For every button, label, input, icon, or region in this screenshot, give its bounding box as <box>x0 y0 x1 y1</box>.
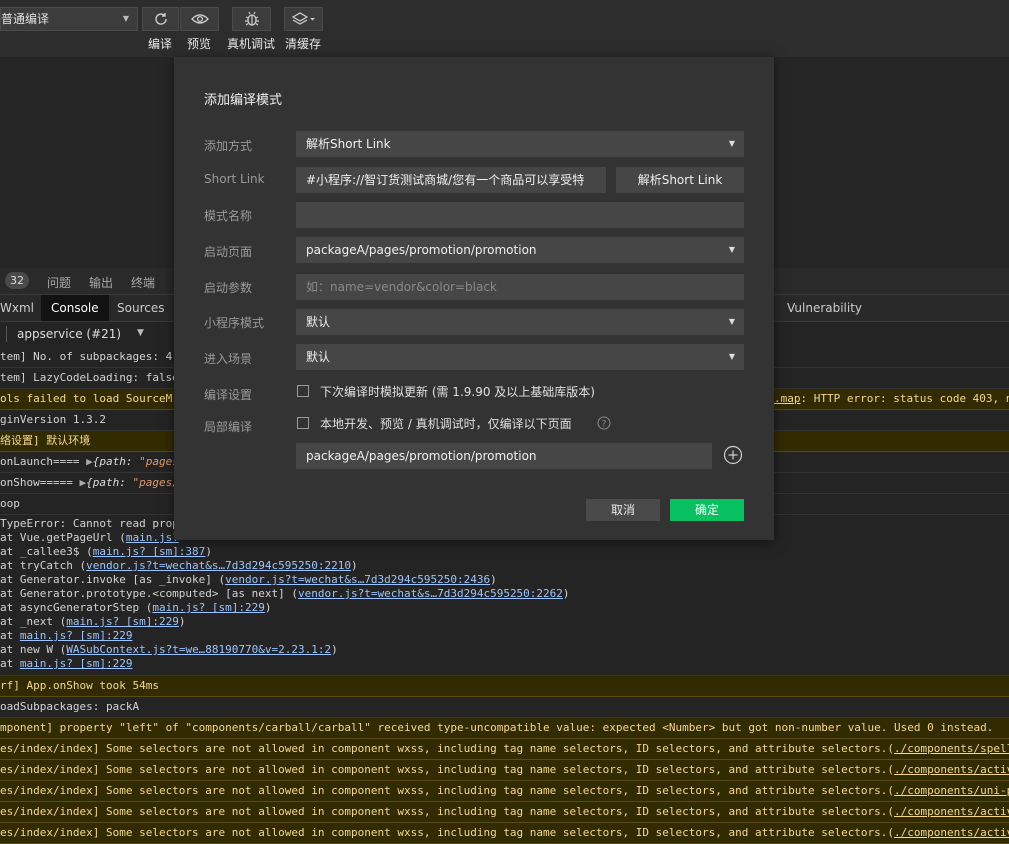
source-link[interactable]: main.js? [sm]:387 <box>93 545 206 558</box>
log-line: at Generator.invoke [as _invoke] (vendor… <box>0 573 497 586</box>
add-compile-mode-dialog: 添加编译模式 添加方式 解析Short Link ▼ Short Link #小… <box>174 57 774 540</box>
clear-cache-button[interactable] <box>284 7 323 31</box>
help-icon[interactable]: ? <box>597 416 611 430</box>
sourcemap-link[interactable]: .map <box>774 392 801 405</box>
mode-name-label: 模式名称 <box>204 209 253 223</box>
tab-sources[interactable]: Sources <box>107 295 174 321</box>
parse-short-link-button[interactable]: 解析Short Link <box>616 167 744 193</box>
start-page-label: 启动页面 <box>204 245 253 259</box>
compile-mode-select[interactable]: 普通编译 ▼ <box>0 7 138 31</box>
source-link[interactable]: main.js? [sm]:229 <box>20 629 133 642</box>
log-line: at new W (WASubContext.js?t=we…88190770&… <box>0 643 338 656</box>
svg-text:?: ? <box>602 420 607 430</box>
source-link[interactable]: main.js? [sm]:229 <box>20 657 133 670</box>
source-link[interactable]: ./components/activi <box>894 826 1009 839</box>
source-link[interactable]: main.js? [sm]:229 <box>66 615 179 628</box>
cancel-button[interactable]: 取消 <box>586 499 660 521</box>
add-method-select[interactable]: 解析Short Link ▼ <box>296 131 744 157</box>
log-line: es/index/index] Some selectors are not a… <box>0 781 1009 802</box>
add-circle-icon[interactable] <box>723 445 743 465</box>
source-link[interactable]: ./components/uni-po <box>894 784 1009 797</box>
log-line: at main.js? [sm]:229 <box>0 657 133 670</box>
partial-compile-label: 局部编译 <box>204 420 253 434</box>
tab-output[interactable]: 输出 <box>89 274 113 291</box>
confirm-button[interactable]: 确定 <box>670 499 744 521</box>
short-link-label: Short Link <box>204 172 265 186</box>
chevron-down-icon: ▼ <box>728 352 735 361</box>
mode-name-input[interactable] <box>296 202 744 228</box>
clear-cache-label: 清缓存 <box>285 37 322 51</box>
scene-label: 进入场景 <box>204 352 253 366</box>
log-line: at Generator.prototype.<computed> [as ne… <box>0 587 570 600</box>
log-line: es/index/index] Some selectors are not a… <box>0 739 1009 760</box>
source-link[interactable]: ./components/activi <box>894 805 1009 818</box>
tab-vulnerability[interactable]: Vulnerability <box>777 295 872 321</box>
compile-settings-label: 编译设置 <box>204 388 253 402</box>
start-page-select[interactable]: packageA/pages/promotion/promotion ▼ <box>296 237 744 263</box>
log-line: mponent] property "left" of "components/… <box>0 718 1009 739</box>
tab-terminal[interactable]: 终端 <box>131 274 155 291</box>
partial-compile-checkbox[interactable] <box>297 417 309 429</box>
layers-icon <box>291 12 315 25</box>
log-line: es/index/index] Some selectors are not a… <box>0 802 1009 823</box>
log-line: oadSubpackages: packA <box>0 697 1009 718</box>
source-link[interactable]: ./components/spell- <box>894 742 1009 755</box>
source-link[interactable]: ./components/activi <box>894 763 1009 776</box>
log-line: es/index/index] Some selectors are not a… <box>0 760 1009 781</box>
simulate-update-checkbox[interactable] <box>297 385 309 397</box>
compile-button[interactable] <box>142 7 179 31</box>
log-line: at asyncGeneratorStep (main.js? [sm]:229… <box>0 601 272 614</box>
log-line: at _next (main.js? [sm]:229) <box>0 615 186 628</box>
remote-debug-label: 真机调试 <box>227 37 276 51</box>
log-line: at _callee3$ (main.js? [sm]:387) <box>0 545 212 558</box>
scene-select[interactable]: 默认 ▼ <box>296 344 744 370</box>
source-link[interactable]: WASubContext.js?t=we…88190770&v=2.23.1:2 <box>66 643 331 656</box>
start-params-input[interactable]: 如：name=vendor&color=black <box>296 274 744 300</box>
mp-mode-select[interactable]: 默认 ▼ <box>296 309 744 335</box>
tab-wxml[interactable]: Wxml <box>0 295 44 321</box>
short-link-input[interactable]: #小程序://智订货测试商城/您有一个商品可以享受特 <box>296 167 606 193</box>
dialog-title: 添加编译模式 <box>204 93 283 108</box>
chevron-down-icon: ▼ <box>728 317 735 326</box>
start-params-label: 启动参数 <box>204 281 253 295</box>
eye-icon <box>190 14 209 24</box>
chevron-down-icon: ▼ <box>122 14 129 23</box>
preview-button[interactable] <box>180 7 219 31</box>
simulate-update-text: 下次编译时模拟更新 (需 1.9.90 及以上基础库版本) <box>320 385 595 399</box>
bug-icon <box>244 11 259 26</box>
divider <box>6 326 7 342</box>
compile-label: 编译 <box>148 37 173 51</box>
source-link[interactable]: main.js? <box>126 531 179 544</box>
add-method-label: 添加方式 <box>204 139 253 153</box>
remote-debug-button[interactable] <box>232 7 271 31</box>
source-link[interactable]: vendor.js?t=wechat&s…7d3d294c595250:2262 <box>298 587 563 600</box>
refresh-icon <box>154 13 167 25</box>
count-badge: 32 <box>5 272 29 289</box>
source-link[interactable]: vendor.js?t=wechat&s…7d3d294c595250:2436 <box>225 573 490 586</box>
log-line: at main.js? [sm]:229 <box>0 629 133 642</box>
tab-console[interactable]: Console <box>41 295 109 321</box>
preview-label: 预览 <box>187 37 212 51</box>
mp-mode-label: 小程序模式 <box>204 316 265 330</box>
compile-mode-value: 普通编译 <box>1 12 50 26</box>
toolbar: 普通编译 ▼ 编译 预览 真机调试 清缓存 <box>0 0 1009 57</box>
chevron-down-icon: ▼ <box>728 245 735 254</box>
source-link[interactable]: vendor.js?t=wechat&s…7d3d294c595250:2210 <box>86 559 351 572</box>
log-line: es/index/index] Some selectors are not a… <box>0 823 1009 844</box>
partial-page-select[interactable]: packageA/pages/promotion/promotion <box>296 443 712 469</box>
chevron-down-icon: ▼ <box>728 139 735 148</box>
tab-problems[interactable]: 问题 <box>47 274 71 291</box>
partial-compile-text: 本地开发、预览 / 真机调试时，仅编译以下页面 <box>320 417 572 431</box>
log-line: at tryCatch (vendor.js?t=wechat&s…7d3d29… <box>0 559 358 572</box>
log-line: rf] App.onShow took 54ms <box>0 676 1009 697</box>
source-link[interactable]: main.js? [sm]:229 <box>152 601 265 614</box>
context-select[interactable]: appservice (#21) <box>17 327 121 341</box>
chevron-down-icon: ▼ <box>137 328 144 338</box>
